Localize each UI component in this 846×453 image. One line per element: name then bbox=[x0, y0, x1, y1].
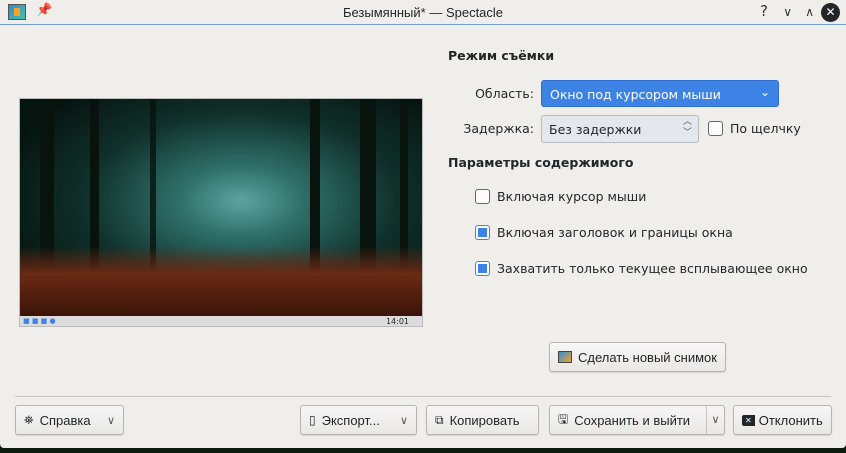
help-button[interactable]: ⛯ Справка ∨ bbox=[15, 405, 124, 435]
copy-label: Копировать bbox=[449, 412, 520, 428]
export-button[interactable]: ▯ Экспорт... ∨ bbox=[300, 405, 417, 435]
new-screenshot-label: Сделать новый снимок bbox=[578, 349, 717, 365]
popup-only-label: Захватить только текущее всплывающее окн… bbox=[497, 261, 808, 276]
chevron-down-icon: ⌄ bbox=[759, 85, 770, 99]
backspace-icon: ✕ bbox=[742, 414, 755, 426]
discard-label: Отклонить bbox=[758, 412, 823, 428]
export-label: Экспорт... bbox=[321, 412, 380, 428]
window-title: Безымянный* — Spectacle bbox=[342, 5, 504, 20]
spin-arrows-icon[interactable]: ︿ ﹀ bbox=[683, 117, 692, 139]
screenshot-preview[interactable]: ■ ■ ■ ● 14:01 bbox=[19, 98, 423, 327]
include-decorations-checkbox[interactable] bbox=[475, 225, 490, 240]
maximize-button[interactable]: ∧ bbox=[805, 5, 814, 19]
include-decorations-label: Включая заголовок и границы окна bbox=[497, 225, 733, 240]
minimize-button[interactable]: ∨ bbox=[783, 5, 792, 19]
delay-value: Без задержки bbox=[549, 122, 642, 137]
area-label: Область: bbox=[475, 86, 534, 101]
help-label: Справка bbox=[39, 412, 91, 428]
content-options-heading: Параметры содержимого bbox=[448, 155, 634, 170]
new-screenshot-button[interactable]: Сделать новый снимок bbox=[549, 342, 726, 372]
save-exit-button[interactable]: 🖫 Сохранить и выйти ∨ bbox=[549, 405, 725, 435]
save-exit-label: Сохранить и выйти bbox=[574, 412, 691, 428]
discard-button[interactable]: ✕ Отклонить bbox=[733, 405, 832, 435]
help-icon[interactable]: ? bbox=[760, 2, 768, 20]
copy-button[interactable]: ⧉ Копировать bbox=[426, 405, 539, 435]
area-select-value: Окно под курсором мыши bbox=[550, 87, 721, 102]
area-select[interactable]: Окно под курсором мыши ⌄ bbox=[541, 80, 779, 107]
delay-label: Задержка: bbox=[463, 121, 534, 136]
save-icon: 🖫 bbox=[558, 411, 569, 426]
on-click-checkbox[interactable] bbox=[708, 121, 723, 136]
chevron-down-icon: ∨ bbox=[399, 414, 408, 427]
copy-icon: ⧉ bbox=[435, 412, 444, 427]
save-options-dropdown[interactable]: ∨ bbox=[706, 406, 724, 434]
spectacle-window: 📌 Безымянный* — Spectacle ? ∨ ∧ ✕ ■ ■ ■ … bbox=[0, 0, 846, 448]
preview-clock: 14:01 bbox=[385, 316, 409, 326]
lifebuoy-icon: ⛯ bbox=[24, 412, 34, 427]
on-click-label: По щелчку bbox=[730, 121, 801, 136]
spectacle-icon bbox=[558, 351, 572, 363]
include-cursor-label: Включая курсор мыши bbox=[497, 189, 647, 204]
delay-spinbox[interactable]: Без задержки ︿ ﹀ bbox=[541, 115, 699, 143]
preview-taskbar: ■ ■ ■ ● 14:01 bbox=[20, 316, 422, 326]
export-icon: ▯ bbox=[309, 413, 316, 427]
include-cursor-checkbox[interactable] bbox=[475, 189, 490, 204]
popup-only-checkbox[interactable] bbox=[475, 261, 490, 276]
capture-mode-heading: Режим съёмки bbox=[448, 48, 555, 63]
chevron-down-icon: ∨ bbox=[106, 414, 115, 427]
title-bar: 📌 Безымянный* — Spectacle ? ∨ ∧ ✕ bbox=[0, 0, 846, 25]
divider bbox=[15, 396, 831, 397]
close-button[interactable]: ✕ bbox=[821, 3, 840, 22]
